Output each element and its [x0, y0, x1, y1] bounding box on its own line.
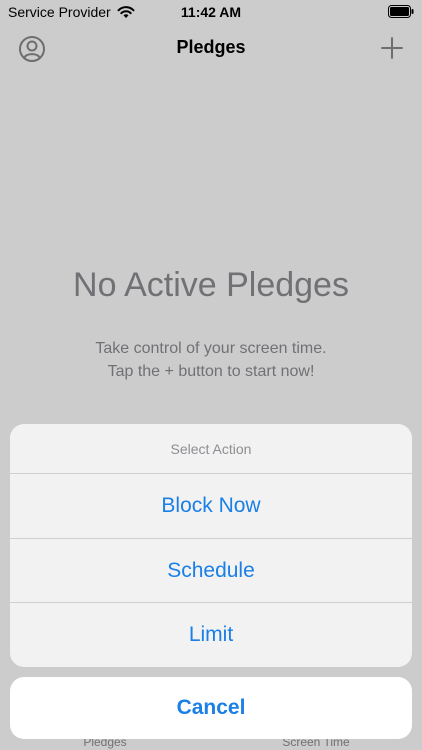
limit-button[interactable]: Limit: [10, 603, 412, 667]
cancel-button[interactable]: Cancel: [10, 677, 412, 739]
schedule-button[interactable]: Schedule: [10, 539, 412, 603]
block-now-button[interactable]: Block Now: [10, 474, 412, 539]
action-sheet-title: Select Action: [10, 424, 412, 474]
pledges-screen: Service Provider 11:42 AM Pledges No Act…: [0, 0, 422, 750]
action-sheet: Select Action Block Now Schedule Limit: [10, 424, 412, 667]
